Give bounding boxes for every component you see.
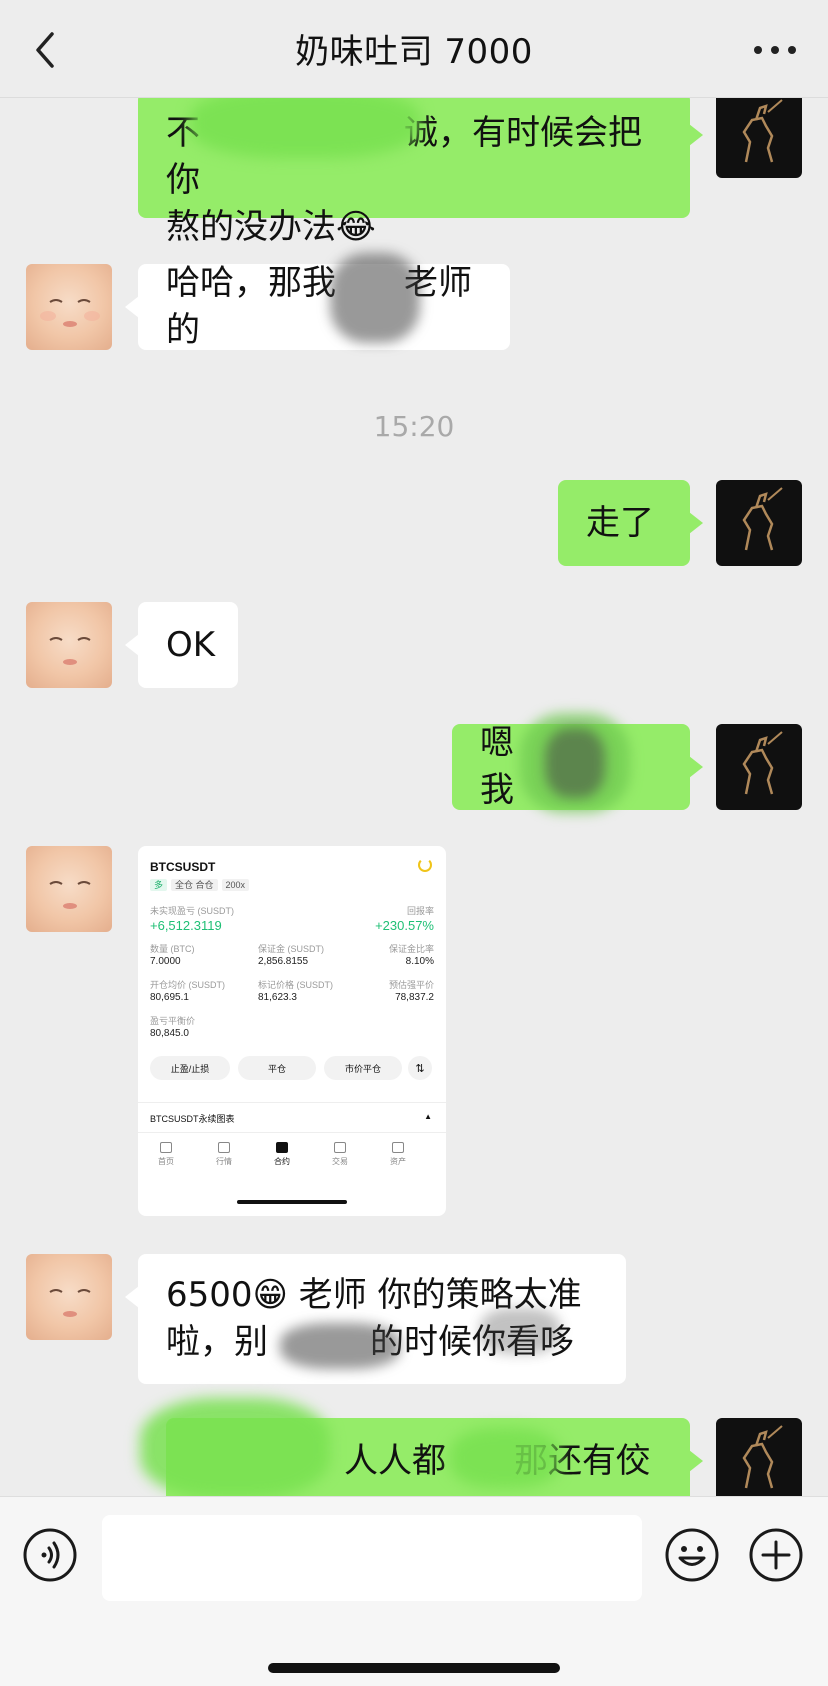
polo-horse-logo-icon: [742, 731, 783, 795]
avatar-contact[interactable]: [26, 264, 112, 350]
close-position-button: 平仓: [238, 1056, 316, 1080]
voice-input-icon[interactable]: [22, 1527, 78, 1583]
message-bubble-received[interactable]: OK: [125, 602, 238, 688]
avatar-self[interactable]: [716, 1418, 802, 1496]
unrealized-value: +6,512.3119: [150, 918, 222, 933]
more-options-icon[interactable]: [750, 36, 800, 64]
margin-ratio-value: 8.10%: [405, 956, 434, 967]
home-icon: [160, 1142, 172, 1153]
margin-ratio-label: 保证金比率: [388, 944, 434, 954]
emoji-icon[interactable]: [664, 1527, 720, 1583]
message-text: OK: [166, 624, 216, 665]
caret-up-icon: ▲: [424, 1112, 432, 1121]
margin-mode-tag: 全仓 合仓: [171, 879, 218, 891]
qty-value: 7.0000: [150, 956, 181, 967]
avatar-contact[interactable]: [26, 602, 112, 688]
redaction-scribble: [480, 1308, 560, 1354]
message-text: 走了: [586, 502, 654, 543]
mark-value: 81,623.3: [258, 992, 297, 1003]
tab-label: 合约: [274, 1157, 290, 1166]
redaction-scribble: [330, 253, 420, 343]
image-message-trading-screenshot[interactable]: BTCSUSDT 多全仓 合仓 200x 未实现盈亏 (SUSDT) +6,512…: [138, 846, 446, 1216]
baby-face-icon: [49, 637, 91, 665]
tab-futures: 合约: [262, 1142, 302, 1167]
tab-trade: 交易: [320, 1142, 360, 1167]
breakeven-value: 80,845.0: [150, 1028, 189, 1039]
swap-icon: ⇅: [408, 1056, 432, 1080]
tab-label: 交易: [332, 1157, 348, 1166]
message-list[interactable]: 不 诚，有时候会把你 熬的没办法😂 哈哈，那我 老师的 15:20 走了 OK …: [0, 98, 828, 1496]
divider: [138, 1102, 446, 1103]
avatar-self[interactable]: [716, 98, 802, 178]
polo-horse-logo-icon: [742, 1425, 783, 1489]
tab-market: 行情: [204, 1142, 244, 1167]
leverage-tag: 200x: [221, 879, 250, 891]
redaction-scribble: [280, 1323, 400, 1369]
home-indicator: [237, 1200, 347, 1204]
liq-label: 预估强平价: [388, 980, 434, 990]
message-text: 哈哈，那我 老师的: [166, 263, 472, 350]
qty-label: 数量 (BTC): [150, 944, 195, 954]
baby-face-icon: [49, 881, 91, 909]
avatar-self[interactable]: [716, 480, 802, 566]
unrealized-label: 未实现盈亏 (SUSDT): [150, 906, 234, 916]
mark-label: 标记价格 (SUSDT): [258, 980, 333, 990]
composer-bar: [0, 1496, 828, 1686]
tab-label: 首页: [158, 1157, 174, 1166]
bars-icon: [218, 1142, 230, 1153]
message-bubble-sent[interactable]: 走了: [558, 480, 703, 566]
divider: [138, 1132, 446, 1133]
tab-label: 行情: [216, 1157, 232, 1166]
baby-face-icon: [40, 299, 100, 327]
redaction-scribble: [450, 1428, 560, 1488]
polo-horse-logo-icon: [742, 99, 783, 163]
chat-header: 奶味吐司 7000: [0, 0, 828, 98]
roe-value: +230.57%: [375, 918, 434, 933]
trade-icon: [334, 1142, 346, 1153]
margin-label: 保证金 (SUSDT): [258, 944, 324, 954]
timestamp: 15:20: [373, 410, 455, 443]
message-bubble-received[interactable]: 哈哈，那我 老师的: [125, 263, 510, 350]
contract-icon: [276, 1142, 288, 1153]
add-more-icon[interactable]: [748, 1527, 804, 1583]
breakeven-label: 盈亏平衡价: [150, 1016, 196, 1026]
roe-label: 回报率: [406, 906, 434, 916]
baby-face-icon: [49, 1289, 91, 1317]
message-input[interactable]: [102, 1515, 642, 1601]
avatar-contact[interactable]: [26, 1254, 112, 1340]
avatar-self[interactable]: [716, 724, 802, 810]
long-tag: 多: [150, 879, 168, 891]
redaction-scribble: [545, 728, 605, 798]
refresh-icon: [418, 858, 432, 872]
tab-home: 首页: [146, 1142, 186, 1167]
tab-assets: 资产: [378, 1142, 418, 1167]
home-indicator: [268, 1663, 560, 1673]
redaction-scribble: [140, 1398, 330, 1496]
redaction-scribble: [190, 98, 420, 158]
wallet-icon: [392, 1142, 404, 1153]
avatar-contact[interactable]: [26, 846, 112, 932]
market-close-button: 市价平仓: [324, 1056, 402, 1080]
chat-title: 奶味吐司 7000: [295, 32, 533, 72]
tab-label: 资产: [390, 1157, 406, 1166]
back-chevron-icon[interactable]: [28, 28, 64, 72]
entry-label: 开仓均价 (SUSDT): [150, 980, 225, 990]
symbol-label: BTCSUSDT: [150, 860, 216, 874]
liq-value: 78,837.2: [395, 992, 434, 1003]
position-tags: 多全仓 合仓 200x: [150, 878, 253, 891]
polo-horse-logo-icon: [742, 487, 783, 551]
tp-sl-button: 止盈/止损: [150, 1056, 230, 1080]
entry-value: 80,695.1: [150, 992, 189, 1003]
margin-value: 2,856.8155: [258, 956, 309, 967]
chart-label: BTCSUSDT永续图表: [150, 1114, 235, 1124]
message-text: 熬的没办法😂: [166, 207, 376, 247]
